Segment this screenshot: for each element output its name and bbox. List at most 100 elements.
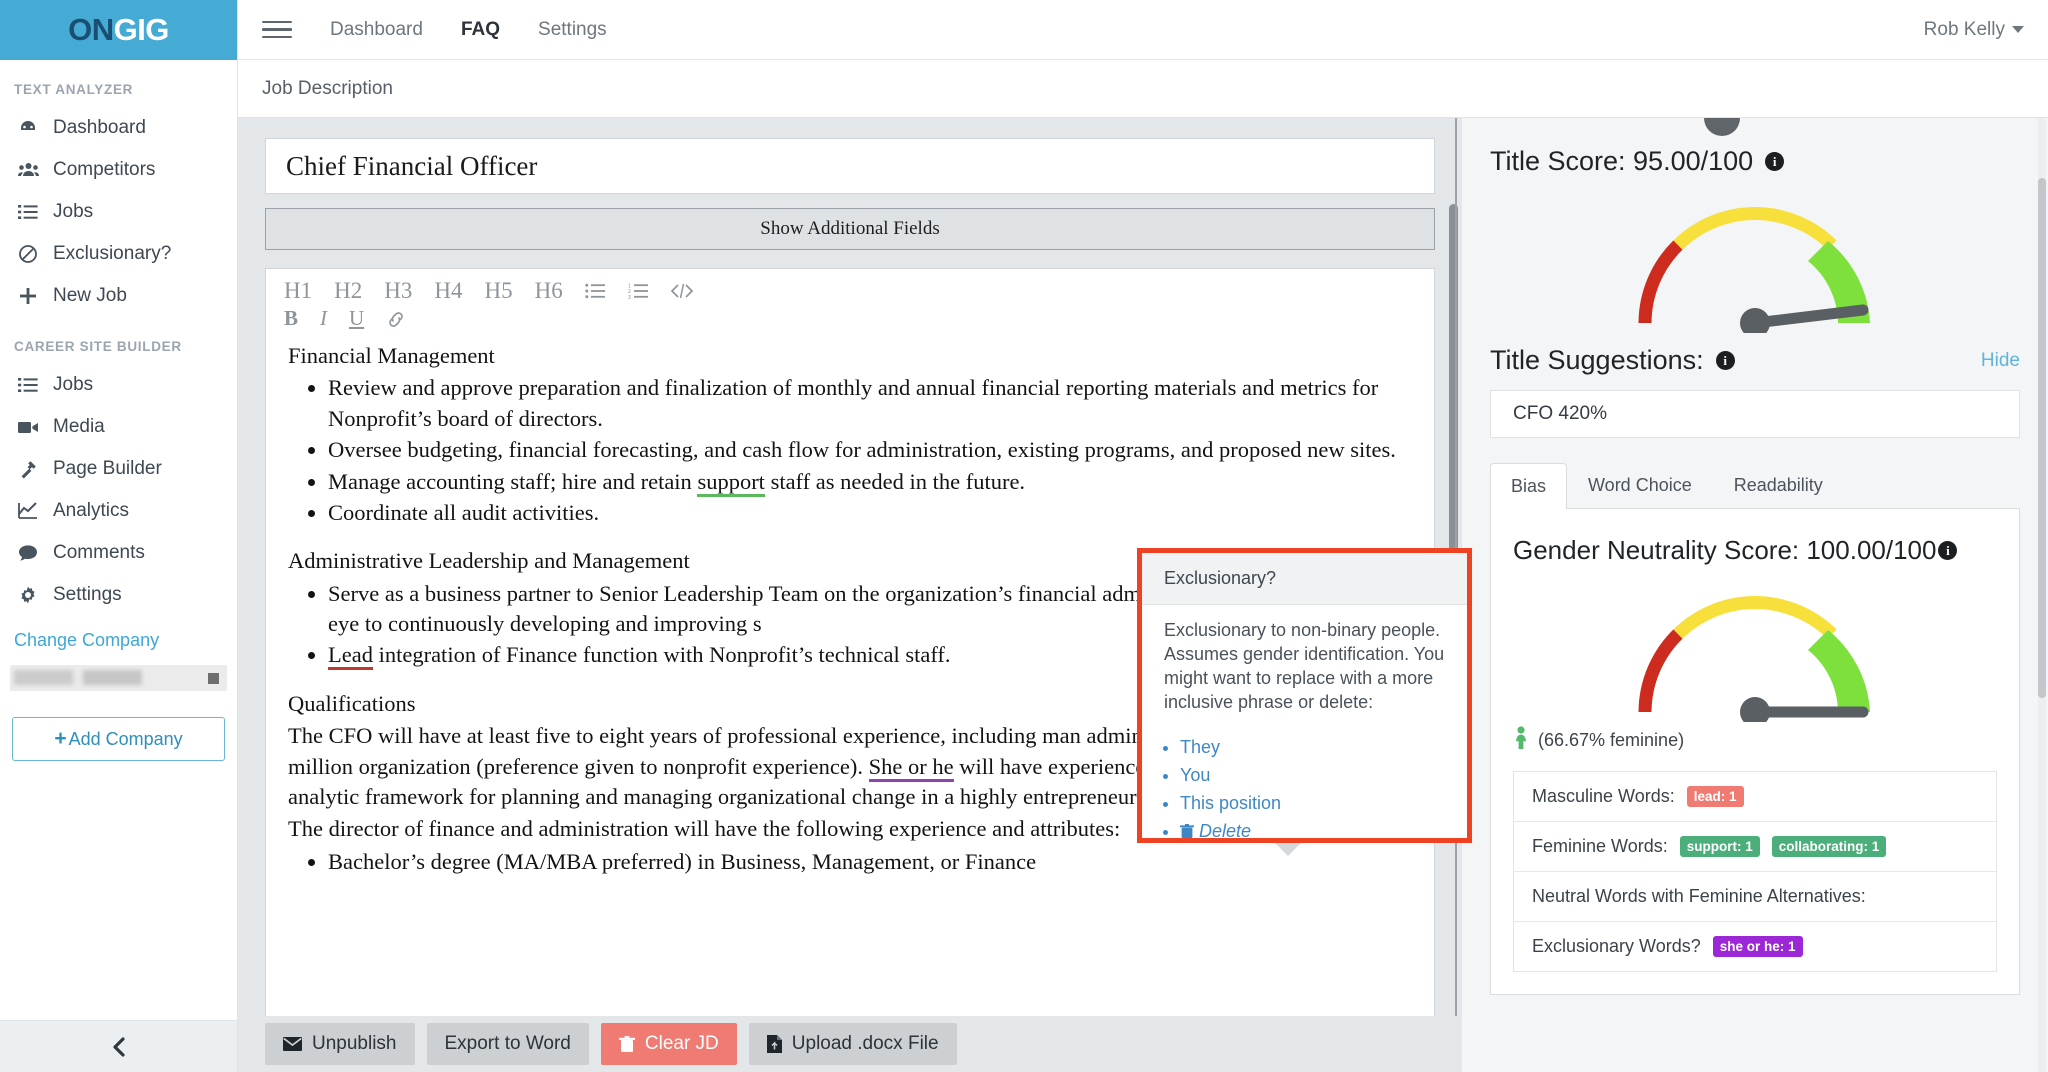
- sidebar-item-jobs-csb[interactable]: Jobs: [0, 364, 237, 406]
- popup-option-they[interactable]: They: [1180, 737, 1467, 758]
- chevron-left-icon: [112, 1036, 128, 1058]
- heading-h5-button[interactable]: H5: [485, 279, 513, 302]
- file-upload-icon: [767, 1035, 782, 1053]
- user-menu[interactable]: Rob Kelly: [1924, 19, 2024, 41]
- nav-link-settings[interactable]: Settings: [538, 19, 607, 41]
- export-to-word-button[interactable]: Export to Word: [427, 1023, 589, 1065]
- sidebar-item-comments[interactable]: Comments: [0, 532, 237, 574]
- bullet-list-icon[interactable]: [585, 283, 606, 299]
- sidebar-collapse-button[interactable]: [0, 1020, 237, 1072]
- tab-bias[interactable]: Bias: [1490, 463, 1567, 509]
- info-icon[interactable]: i: [1765, 152, 1784, 171]
- list-item: Oversee budgeting, financial forecasting…: [328, 435, 1408, 465]
- editor-action-bar: Unpublish Export to Word Clear JD Upload…: [238, 1016, 1462, 1072]
- popup-body-text: Exclusionary to non-binary people. Assum…: [1142, 605, 1467, 721]
- popup-option-this-position[interactable]: This position: [1180, 793, 1467, 814]
- table-row: Feminine Words: support: 1 collaborating…: [1514, 822, 1996, 872]
- analysis-panel: Title Score: 95.00/100 i Title Suggestio…: [1462, 118, 2048, 1072]
- sidebar-item-dashboard[interactable]: Dashboard: [0, 107, 237, 149]
- code-icon[interactable]: [671, 283, 693, 299]
- bullet-text: Bachelor’s degree (MA/MBA preferred) in …: [328, 849, 1036, 874]
- hide-suggestions-link[interactable]: Hide: [1981, 350, 2020, 372]
- user-name: Rob Kelly: [1924, 19, 2005, 41]
- popup-option-delete[interactable]: Delete: [1180, 821, 1467, 842]
- company-selector[interactable]: [10, 665, 227, 691]
- comment-icon: [16, 544, 40, 562]
- tab-readability[interactable]: Readability: [1713, 462, 1844, 508]
- sidebar-item-competitors[interactable]: Competitors: [0, 149, 237, 191]
- title-suggestion-item[interactable]: CFO 420%: [1490, 390, 2020, 438]
- bullet-text: Review and approve preparation and final…: [328, 375, 1275, 400]
- highlighted-word-lead[interactable]: Lead: [328, 642, 373, 670]
- users-icon: [16, 161, 40, 179]
- bullet-text: Oversee budgeting, financial forecasting…: [328, 437, 1301, 462]
- underline-button[interactable]: U: [349, 308, 364, 329]
- sidebar-item-jobs-analyzer[interactable]: Jobs: [0, 191, 237, 233]
- nav-link-faq[interactable]: FAQ: [461, 19, 500, 41]
- bullet-text: Manage accounting staff; hire and retain: [328, 469, 697, 494]
- gender-neutrality-gauge: [1605, 572, 1905, 722]
- popup-option-you[interactable]: You: [1180, 765, 1467, 786]
- logo-text: ONGIG: [68, 12, 169, 48]
- clear-jd-button[interactable]: Clear JD: [601, 1023, 737, 1065]
- change-company-link[interactable]: Change Company: [0, 616, 237, 661]
- heading-h3-button[interactable]: H3: [384, 279, 412, 302]
- status-badge[interactable]: support: 1: [1680, 836, 1760, 857]
- bold-button[interactable]: B: [284, 308, 298, 329]
- title-suggestions-header: Title Suggestions: i Hide: [1490, 345, 2020, 376]
- link-icon[interactable]: [386, 310, 406, 328]
- heading-h1-button[interactable]: H1: [284, 279, 312, 302]
- highlighted-phrase-she-or-he[interactable]: She or he: [869, 754, 954, 782]
- app-root: ONGIG TEXT ANALYZER Dashboard Competitor…: [0, 0, 2048, 1072]
- status-badge[interactable]: lead: 1: [1687, 786, 1744, 807]
- status-badge[interactable]: collaborating: 1: [1772, 836, 1887, 857]
- list-item: Manage accounting staff; hire and retain…: [328, 467, 1408, 497]
- row-label: Neutral Words with Feminine Alternatives…: [1532, 886, 1866, 907]
- sidebar-item-media[interactable]: Media: [0, 406, 237, 448]
- editor-toolbar-row-1: H1 H2 H3 H4 H5 H6 123: [266, 269, 1434, 302]
- row-label: Exclusionary Words?: [1532, 936, 1701, 957]
- bullet-text: new sites.: [1307, 437, 1396, 462]
- hammer-icon: [16, 459, 40, 479]
- chevron-down-icon: [2012, 26, 2024, 33]
- logo[interactable]: ONGIG: [0, 0, 237, 60]
- numbered-list-icon[interactable]: 123: [628, 283, 649, 299]
- company-selector-handle[interactable]: [208, 673, 219, 684]
- highlighted-word-support[interactable]: support: [697, 469, 765, 497]
- sidebar-item-settings[interactable]: Settings: [0, 574, 237, 616]
- feminine-percentage-row: (66.67% feminine): [1513, 726, 1997, 755]
- sidebar-item-label: New Job: [53, 285, 127, 307]
- list-icon: [16, 204, 40, 220]
- job-title-input[interactable]: Chief Financial Officer: [265, 138, 1435, 194]
- gear-icon: [16, 585, 40, 605]
- analysis-tabs: Bias Word Choice Readability: [1490, 462, 2020, 508]
- sidebar-item-exclusionary[interactable]: Exclusionary?: [0, 233, 237, 275]
- sidebar-item-analytics[interactable]: Analytics: [0, 490, 237, 532]
- show-additional-fields-button[interactable]: Show Additional Fields: [265, 208, 1435, 250]
- info-icon[interactable]: i: [1938, 541, 1957, 560]
- envelope-icon: [283, 1037, 302, 1051]
- exclusionary-popup: Exclusionary? Exclusionary to non-binary…: [1137, 548, 1472, 843]
- analysis-panel-scrollbar[interactable]: [2038, 118, 2046, 1072]
- tab-word-choice[interactable]: Word Choice: [1567, 462, 1713, 508]
- italic-button[interactable]: I: [320, 308, 327, 329]
- title-suggestion-text: CFO 420%: [1513, 403, 1607, 425]
- status-badge[interactable]: she or he: 1: [1713, 936, 1803, 957]
- analysis-panel-scrollbar-thumb[interactable]: [2038, 178, 2046, 698]
- heading-h2-button[interactable]: H2: [334, 279, 362, 302]
- heading-h4-button[interactable]: H4: [434, 279, 462, 302]
- sidebar-item-page-builder[interactable]: Page Builder: [0, 448, 237, 490]
- unpublish-button[interactable]: Unpublish: [265, 1023, 415, 1065]
- popup-suggestion-list: They You This position Delete: [1180, 737, 1467, 842]
- heading-h6-button[interactable]: H6: [535, 279, 563, 302]
- nav-link-dashboard[interactable]: Dashboard: [330, 19, 423, 41]
- hamburger-icon[interactable]: [262, 16, 292, 43]
- sidebar-item-label: Dashboard: [53, 117, 146, 139]
- info-icon[interactable]: i: [1716, 351, 1735, 370]
- add-company-button[interactable]: + Add Company: [12, 717, 225, 761]
- sidebar-item-label: Comments: [53, 542, 145, 564]
- list-icon: [16, 377, 40, 393]
- upload-docx-button[interactable]: Upload .docx File: [749, 1023, 957, 1065]
- table-row: Neutral Words with Feminine Alternatives…: [1514, 872, 1996, 922]
- sidebar-item-new-job[interactable]: New Job: [0, 275, 237, 317]
